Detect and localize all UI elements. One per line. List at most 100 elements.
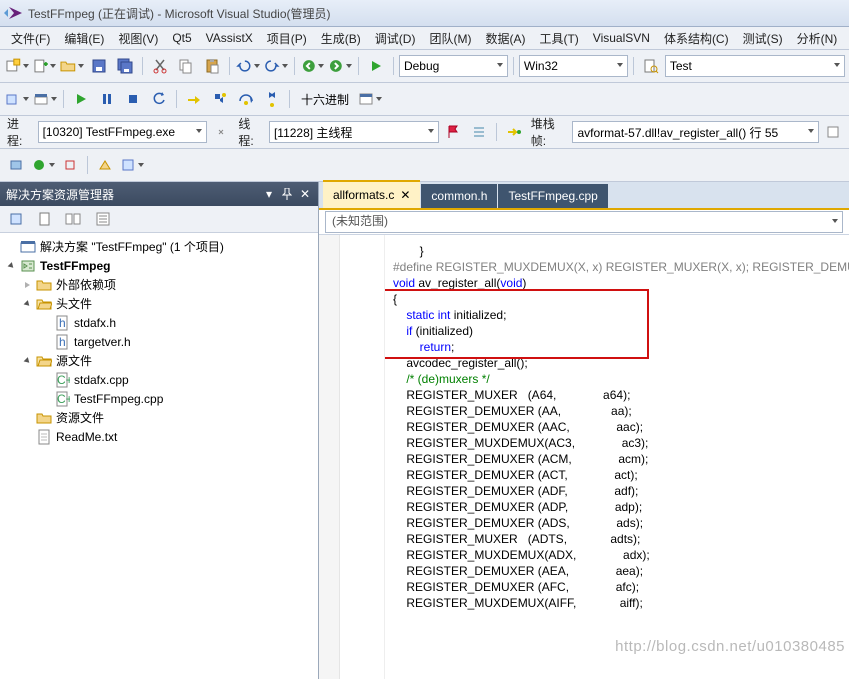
add-item-button[interactable] xyxy=(32,54,58,78)
source-file-1-label: TestFFmpeg.cpp xyxy=(74,392,163,406)
menu-view[interactable]: 视图(V) xyxy=(111,30,165,47)
nav-back-button[interactable] xyxy=(300,54,326,78)
header-file-0[interactable]: h stdafx.h xyxy=(0,313,318,332)
debug-output-button[interactable] xyxy=(357,87,383,111)
menu-debug[interactable]: 调试(D) xyxy=(368,30,423,47)
tool-btn-1[interactable] xyxy=(4,153,28,177)
nav-forward-button[interactable] xyxy=(327,54,353,78)
step-into-button[interactable] xyxy=(208,87,232,111)
folder-open-icon xyxy=(36,296,52,312)
stop-button[interactable] xyxy=(121,87,145,111)
menu-team[interactable]: 团队(M) xyxy=(422,30,478,47)
outline-gutter[interactable] xyxy=(340,235,385,679)
tool-btn-4[interactable] xyxy=(93,153,117,177)
svg-text:h: h xyxy=(59,335,66,349)
tool-btn-3[interactable] xyxy=(58,153,82,177)
source-file-0[interactable]: C++ stdafx.cpp xyxy=(0,370,318,389)
menu-data[interactable]: 数据(A) xyxy=(478,30,532,47)
menu-file[interactable]: 文件(F) xyxy=(4,30,57,47)
continue-button[interactable] xyxy=(69,87,93,111)
new-project-button[interactable] xyxy=(4,54,30,78)
svg-text:C++: C++ xyxy=(57,392,70,406)
project-label: TestFFmpeg xyxy=(40,259,110,273)
standard-toolbar: Debug Win32 Test xyxy=(0,50,849,83)
project-icon xyxy=(20,258,36,274)
undo-button[interactable] xyxy=(235,54,261,78)
menu-bar: 文件(F) 编辑(E) 视图(V) Qt5 VAssistX 项目(P) 生成(… xyxy=(0,27,849,50)
tool-btn-2[interactable] xyxy=(30,153,56,177)
windows-button[interactable] xyxy=(32,87,58,111)
headers-node[interactable]: 头文件 xyxy=(0,294,318,313)
sln-home-button[interactable] xyxy=(4,207,28,231)
thread-toggle-button[interactable] xyxy=(467,120,491,144)
menu-qt5[interactable]: Qt5 xyxy=(165,31,198,45)
sln-refresh-button[interactable] xyxy=(34,207,58,231)
process-refresh-button[interactable] xyxy=(209,120,233,144)
thread-combo[interactable]: [11228] 主线程 xyxy=(269,121,439,143)
redo-button[interactable] xyxy=(263,54,289,78)
open-button[interactable] xyxy=(59,54,85,78)
menu-edit[interactable]: 编辑(E) xyxy=(57,30,111,47)
menu-visualsvn[interactable]: VisualSVN xyxy=(586,31,657,45)
solution-node[interactable]: 解决方案 "TestFFmpeg" (1 个项目) xyxy=(0,237,318,256)
folder-icon xyxy=(36,277,52,293)
solution-tree[interactable]: 解决方案 "TestFFmpeg" (1 个项目) TestFFmpeg 外部依… xyxy=(0,233,318,679)
code-content[interactable]: }#define REGISTER_MUXDEMUX(X, x) REGISTE… xyxy=(385,235,849,679)
code-editor[interactable]: }#define REGISTER_MUXDEMUX(X, x) REGISTE… xyxy=(319,235,849,679)
sources-node[interactable]: 源文件 xyxy=(0,351,318,370)
save-all-button[interactable] xyxy=(113,54,137,78)
close-tab-icon[interactable]: ✕ xyxy=(400,188,410,202)
scope-combo[interactable]: (未知范围) xyxy=(325,211,843,233)
cut-button[interactable] xyxy=(148,54,172,78)
folder-open-icon xyxy=(36,353,52,369)
source-file-1[interactable]: C++ TestFFmpeg.cpp xyxy=(0,389,318,408)
tab-allformats[interactable]: allformats.c ✕ xyxy=(323,180,420,208)
panel-dropdown-icon[interactable]: ▾ xyxy=(262,187,276,201)
show-next-statement-button[interactable] xyxy=(182,87,206,111)
hex-label: 十六进制 xyxy=(301,91,349,108)
pause-button[interactable] xyxy=(95,87,119,111)
tab-common[interactable]: common.h xyxy=(421,184,497,208)
sln-properties-button[interactable] xyxy=(91,207,115,231)
project-node[interactable]: TestFFmpeg xyxy=(0,256,318,275)
ext-deps-node[interactable]: 外部依赖项 xyxy=(0,275,318,294)
search-value: Test xyxy=(670,59,692,73)
readme-node[interactable]: ReadMe.txt xyxy=(0,427,318,446)
restart-button[interactable] xyxy=(147,87,171,111)
thread-value: [11228] 主线程 xyxy=(274,124,352,141)
tab-testffmpeg[interactable]: TestFFmpeg.cpp xyxy=(498,184,607,208)
step-over-button[interactable] xyxy=(234,87,258,111)
search-combo[interactable]: Test xyxy=(665,55,845,77)
menu-test[interactable]: 测试(S) xyxy=(736,30,790,47)
step-out-button[interactable] xyxy=(260,87,284,111)
find-button[interactable] xyxy=(639,54,663,78)
header-file-1[interactable]: h targetver.h xyxy=(0,332,318,351)
hex-display-button[interactable]: 十六进制 xyxy=(295,87,355,111)
close-icon[interactable]: ✕ xyxy=(298,187,312,201)
copy-button[interactable] xyxy=(174,54,198,78)
start-debug-button[interactable] xyxy=(364,54,388,78)
config-combo[interactable]: Debug xyxy=(399,55,508,77)
paste-button[interactable] xyxy=(200,54,224,78)
menu-build[interactable]: 生成(B) xyxy=(314,30,368,47)
cpp-file-icon: C++ xyxy=(54,372,70,388)
attach-button[interactable] xyxy=(4,87,30,111)
menu-architecture[interactable]: 体系结构(C) xyxy=(657,30,736,47)
save-button[interactable] xyxy=(87,54,111,78)
breakpoint-margin[interactable] xyxy=(319,235,340,679)
menu-vassistx[interactable]: VAssistX xyxy=(199,31,260,45)
stack-extra-button[interactable] xyxy=(821,120,845,144)
sln-showall-button[interactable] xyxy=(61,207,85,231)
stack-frame-combo[interactable]: avformat-57.dll!av_register_all() 行 55 xyxy=(572,121,819,143)
menu-analyze[interactable]: 分析(N) xyxy=(790,30,845,47)
header-file-0-label: stdafx.h xyxy=(74,316,116,330)
process-combo[interactable]: [10320] TestFFmpeg.exe xyxy=(38,121,208,143)
pin-icon[interactable] xyxy=(280,187,294,201)
stack-nav-button[interactable] xyxy=(502,120,526,144)
resources-node[interactable]: 资源文件 xyxy=(0,408,318,427)
platform-combo[interactable]: Win32 xyxy=(519,55,628,77)
tool-btn-5[interactable] xyxy=(119,153,145,177)
thread-flag-button[interactable] xyxy=(441,120,465,144)
menu-project[interactable]: 项目(P) xyxy=(260,30,314,47)
menu-tools[interactable]: 工具(T) xyxy=(532,30,585,47)
